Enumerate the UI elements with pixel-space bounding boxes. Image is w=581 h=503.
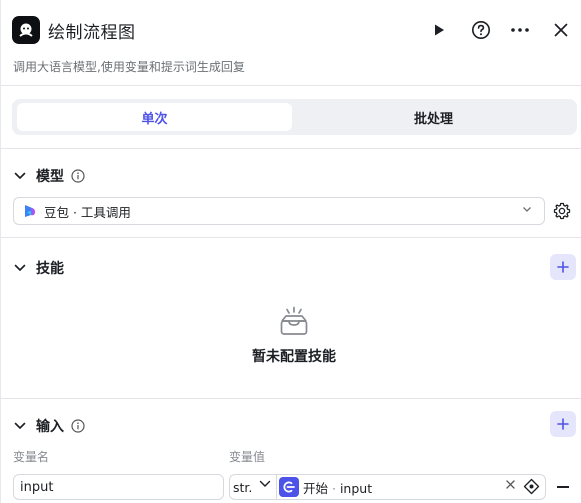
model-section-title: 模型 bbox=[36, 169, 64, 185]
close-icon bbox=[554, 23, 568, 37]
run-button[interactable] bbox=[426, 17, 452, 43]
empty-box-icon bbox=[280, 306, 308, 335]
add-skill-button[interactable] bbox=[550, 254, 576, 280]
doubao-logo-icon bbox=[25, 205, 36, 217]
variable-ref-icon[interactable] bbox=[523, 478, 540, 495]
ref-variable-name: input bbox=[339, 480, 373, 496]
more-icon bbox=[511, 28, 529, 32]
variable-name-label: 变量名 bbox=[13, 450, 50, 464]
input-section-title: 输入 bbox=[36, 419, 64, 435]
variable-value-label: 变量值 bbox=[229, 450, 266, 464]
plus-icon bbox=[557, 261, 569, 273]
variable-name-input[interactable]: input bbox=[13, 474, 224, 500]
help-button[interactable] bbox=[468, 17, 494, 43]
chevron-down-icon bbox=[523, 207, 531, 212]
close-button[interactable] bbox=[548, 17, 574, 43]
plus-icon bbox=[557, 418, 569, 430]
empty-skills-text: 暂未配置技能 bbox=[252, 349, 336, 365]
model-select[interactable]: 豆包 · 工具调用 bbox=[13, 197, 545, 225]
start-node-icon bbox=[279, 477, 299, 497]
chevron-down-icon[interactable] bbox=[12, 168, 28, 184]
panel-header: 绘制流程图 调用大语言模型,使用变量和提示词生成回复 bbox=[1, 0, 581, 86]
app-logo-icon bbox=[12, 16, 40, 44]
run-mode-tabs: 单次 批处理 bbox=[12, 99, 577, 135]
chevron-down-icon[interactable] bbox=[12, 260, 28, 276]
play-icon bbox=[435, 24, 444, 36]
node-config-panel: 绘制流程图 调用大语言模型,使用变量和提示词生成回复 单次 批处理 模型 豆包 … bbox=[0, 0, 581, 503]
input-section-header[interactable]: 输入 bbox=[12, 416, 85, 436]
remove-input-button[interactable] bbox=[557, 486, 569, 488]
variable-type-label: str. bbox=[233, 479, 253, 495]
ref-separator: · bbox=[328, 480, 340, 496]
info-icon[interactable] bbox=[70, 169, 85, 184]
tab-batch[interactable]: 批处理 bbox=[296, 103, 571, 131]
chevron-down-icon[interactable] bbox=[259, 480, 271, 488]
skills-section-header[interactable]: 技能 bbox=[12, 258, 64, 278]
run-mode-section: 单次 批处理 bbox=[1, 86, 581, 149]
page-title: 绘制流程图 bbox=[48, 23, 136, 43]
add-input-button[interactable] bbox=[550, 411, 576, 437]
chevron-down-icon[interactable] bbox=[12, 418, 28, 434]
ref-node-name: 开始 bbox=[303, 480, 329, 496]
help-icon bbox=[472, 21, 490, 39]
gear-icon[interactable] bbox=[553, 202, 571, 220]
selected-model: 豆包 · 工具调用 bbox=[44, 204, 131, 220]
variable-reference: 开始 · input bbox=[303, 478, 372, 497]
node-description: 调用大语言模型,使用变量和提示词生成回复 bbox=[13, 60, 245, 74]
more-button[interactable] bbox=[507, 17, 533, 43]
tab-single[interactable]: 单次 bbox=[17, 103, 292, 131]
clear-icon[interactable] bbox=[506, 480, 515, 489]
model-section-header[interactable]: 模型 bbox=[12, 166, 85, 186]
skills-section-title: 技能 bbox=[36, 261, 64, 277]
info-icon[interactable] bbox=[70, 419, 85, 434]
